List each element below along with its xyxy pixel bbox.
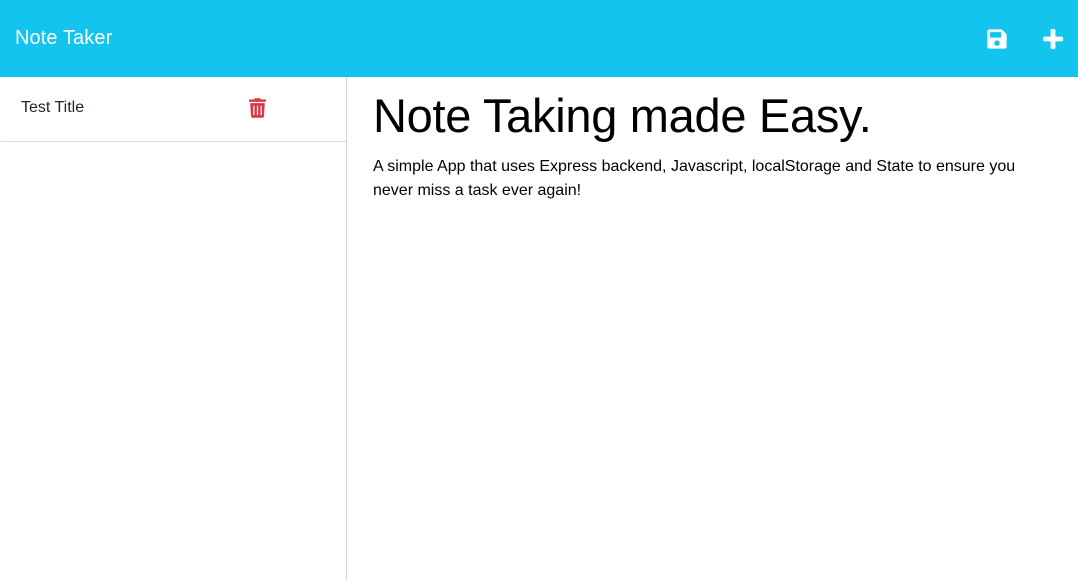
page-title: Note Taking made Easy.	[373, 89, 872, 142]
save-icon	[987, 28, 1007, 49]
new-note-button[interactable]	[1041, 27, 1065, 51]
brand-title[interactable]: Note Taker	[15, 27, 112, 50]
note-title[interactable]: Test Title	[21, 99, 84, 117]
note-list-item[interactable]: Test Title	[1, 77, 346, 142]
notes-sidebar: Test Title	[0, 77, 347, 580]
navbar-actions	[985, 0, 1078, 77]
main-content: Note Taking made Easy. A simple App that…	[348, 77, 1078, 580]
save-note-button[interactable]	[985, 27, 1009, 51]
page-description: A simple App that uses Express backend, …	[373, 158, 1016, 199]
plus-icon	[1043, 28, 1063, 49]
trash-icon	[249, 98, 266, 118]
delete-note-button[interactable]	[249, 98, 267, 118]
navbar: Note Taker	[0, 0, 1078, 77]
